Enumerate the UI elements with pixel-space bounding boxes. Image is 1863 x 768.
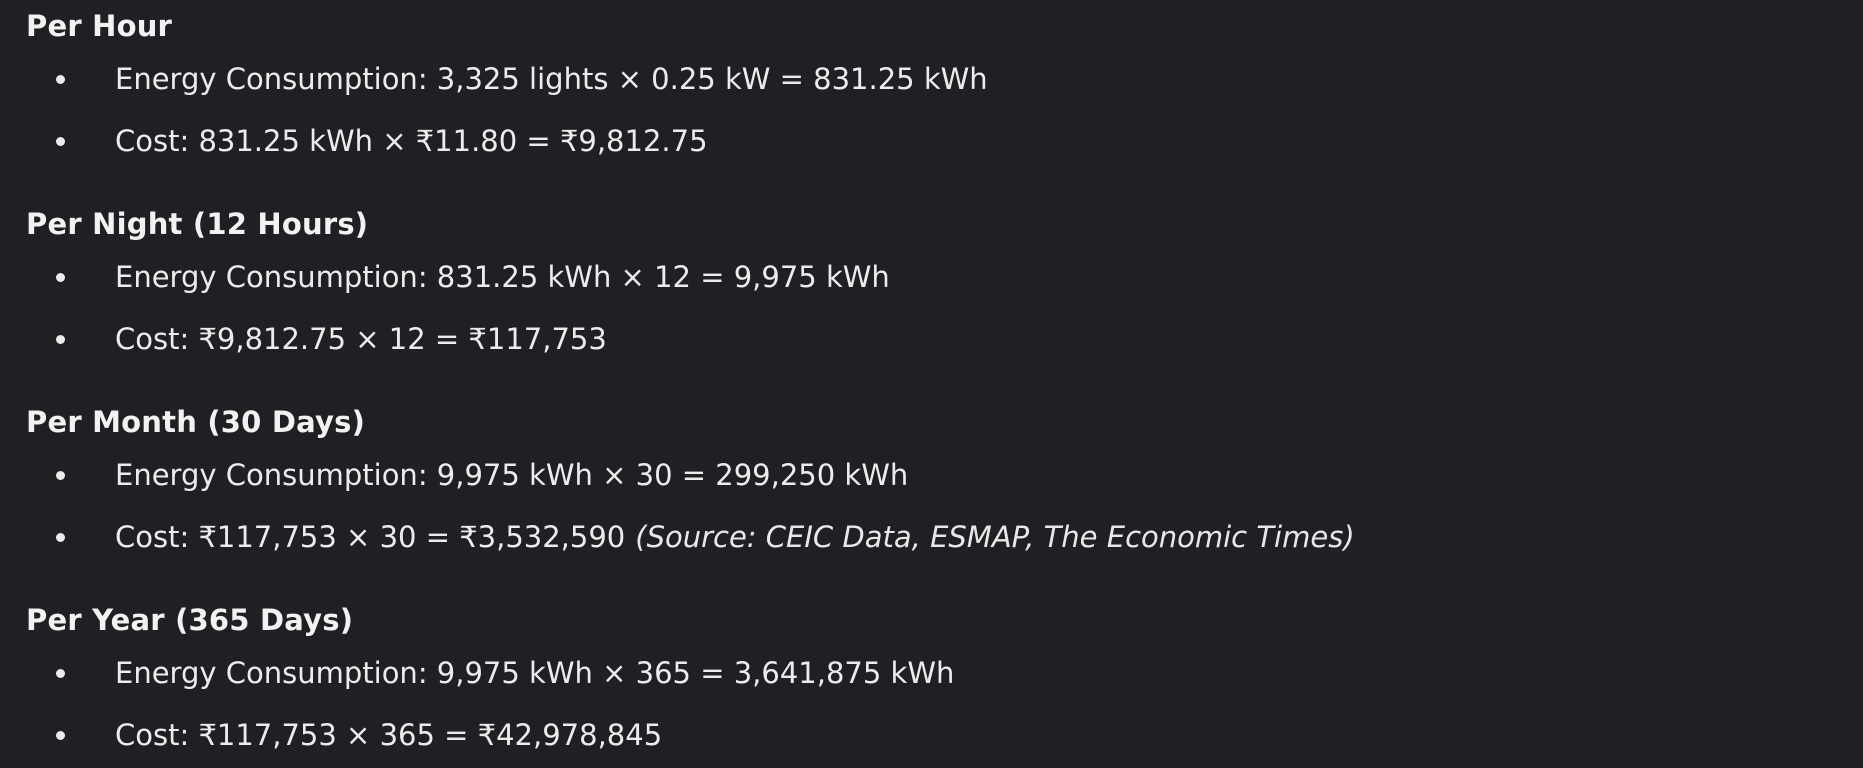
list-item: Energy Consumption: 831.25 kWh × 12 = 9,… (26, 246, 1846, 308)
list-item: Energy Consumption: 9,975 kWh × 365 = 3,… (26, 642, 1846, 704)
list-item: Cost: ₹117,753 × 30 = ₹3,532,590 (Source:… (26, 506, 1846, 568)
bullet-icon (56, 471, 65, 480)
bullet-text: Cost: ₹9,812.75 × 12 = ₹117,753 (115, 322, 607, 356)
section-heading: Per Night (12 Hours) (26, 207, 369, 241)
bullet-icon (56, 75, 65, 84)
section-heading: Per Hour (26, 9, 173, 43)
section-heading: Per Year (365 Days) (26, 603, 354, 637)
bullet-icon (56, 273, 65, 282)
bullet-text: Energy Consumption: 3,325 lights × 0.25 … (115, 62, 988, 96)
list-item: Energy Consumption: 9,975 kWh × 30 = 299… (26, 444, 1846, 506)
bullet-icon (56, 137, 65, 146)
bullet-text: Energy Consumption: 9,975 kWh × 30 = 299… (115, 458, 909, 492)
bullet-text: Cost: ₹117,753 × 365 = ₹42,978,845 (115, 718, 663, 752)
bullet-text: Cost: 831.25 kWh × ₹11.80 = ₹9,812.75 (115, 124, 708, 158)
section-per-year: Per Year (365 Days) Energy Consumption: … (26, 598, 1846, 766)
bullet-list: Energy Consumption: 9,975 kWh × 30 = 299… (26, 444, 1846, 568)
list-item: Cost: ₹117,753 × 365 = ₹42,978,845 (26, 704, 1846, 766)
section-heading: Per Month (30 Days) (26, 405, 366, 439)
cost-text: Cost: ₹117,753 × 30 = ₹3,532,590 (115, 520, 626, 554)
bullet-text: Cost: ₹117,753 × 30 = ₹3,532,590 (Source:… (115, 520, 1355, 554)
source-citation: (Source: CEIC Data, ESMAP, The Economic … (635, 520, 1355, 554)
list-item: Cost: 831.25 kWh × ₹11.80 = ₹9,812.75 (26, 110, 1846, 172)
bullet-icon (56, 335, 65, 344)
bullet-list: Energy Consumption: 3,325 lights × 0.25 … (26, 48, 1846, 172)
bullet-icon (56, 669, 65, 678)
section-per-hour: Per Hour Energy Consumption: 3,325 light… (26, 4, 1846, 172)
section-per-month: Per Month (30 Days) Energy Consumption: … (26, 400, 1846, 568)
bullet-text: Energy Consumption: 9,975 kWh × 365 = 3,… (115, 656, 955, 690)
list-item: Energy Consumption: 3,325 lights × 0.25 … (26, 48, 1846, 110)
bullet-icon (56, 533, 65, 542)
bullet-text: Energy Consumption: 831.25 kWh × 12 = 9,… (115, 260, 890, 294)
bullet-list: Energy Consumption: 831.25 kWh × 12 = 9,… (26, 246, 1846, 370)
list-item: Cost: ₹9,812.75 × 12 = ₹117,753 (26, 308, 1846, 370)
cost-breakdown-document: Per Hour Energy Consumption: 3,325 light… (0, 0, 1863, 768)
section-per-night: Per Night (12 Hours) Energy Consumption:… (26, 202, 1846, 370)
bullet-list: Energy Consumption: 9,975 kWh × 365 = 3,… (26, 642, 1846, 766)
bullet-icon (56, 731, 65, 740)
